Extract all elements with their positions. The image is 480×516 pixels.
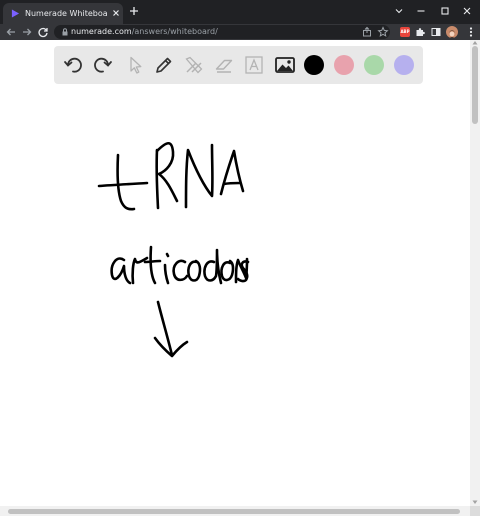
browser-tab-strip: Numerade Whiteboard <box>0 0 480 24</box>
down-arrow-drawing <box>153 300 189 358</box>
chevron-down-icon[interactable] <box>392 4 406 18</box>
window-close-icon[interactable] <box>460 4 474 18</box>
vertical-scroll-thumb[interactable] <box>472 46 478 124</box>
horizontal-scrollbar[interactable] <box>0 506 470 516</box>
url-text[interactable]: numerade.com/answers/whiteboard/ <box>71 25 218 39</box>
forward-arrow-icon[interactable] <box>20 25 34 39</box>
close-icon[interactable] <box>111 8 121 18</box>
tab-title: Numerade Whiteboard <box>25 9 107 18</box>
handwriting-anticodons <box>110 245 250 285</box>
maximize-icon[interactable] <box>438 4 452 18</box>
whiteboard-canvas[interactable] <box>0 40 470 506</box>
handwriting-trna <box>97 141 245 211</box>
profile-face-icon <box>449 30 455 38</box>
horizontal-scroll-thumb[interactable] <box>8 509 460 514</box>
browser-tab[interactable]: Numerade Whiteboard <box>3 3 123 24</box>
back-arrow-icon[interactable] <box>4 25 18 39</box>
star-icon[interactable] <box>376 25 390 39</box>
vertical-scrollbar[interactable] <box>470 40 480 506</box>
play-triangle-icon <box>11 9 20 18</box>
handwriting-ink <box>97 141 250 358</box>
reload-icon[interactable] <box>36 25 50 39</box>
scrollbar-corner <box>470 506 480 516</box>
browser-toolbar: numerade.com/answers/whiteboard/ ABP <box>0 24 480 40</box>
share-icon[interactable] <box>360 25 374 39</box>
avatar[interactable] <box>446 26 458 38</box>
kebab-menu-icon[interactable] <box>464 25 478 39</box>
plus-icon[interactable] <box>128 5 140 17</box>
scroll-down-arrow-icon[interactable] <box>472 500 478 505</box>
puzzle-icon[interactable] <box>413 25 427 39</box>
url-path: /answers/whiteboard/ <box>131 27 218 36</box>
minimize-icon[interactable] <box>414 4 428 18</box>
url-host: numerade.com <box>71 27 132 36</box>
scroll-up-arrow-icon[interactable] <box>472 40 478 45</box>
address-bar[interactable]: numerade.com/answers/whiteboard/ <box>54 25 390 39</box>
sidebar-icon[interactable] <box>429 25 443 39</box>
lock-icon[interactable] <box>60 27 70 37</box>
adblock-icon[interactable]: ABP <box>400 27 410 37</box>
